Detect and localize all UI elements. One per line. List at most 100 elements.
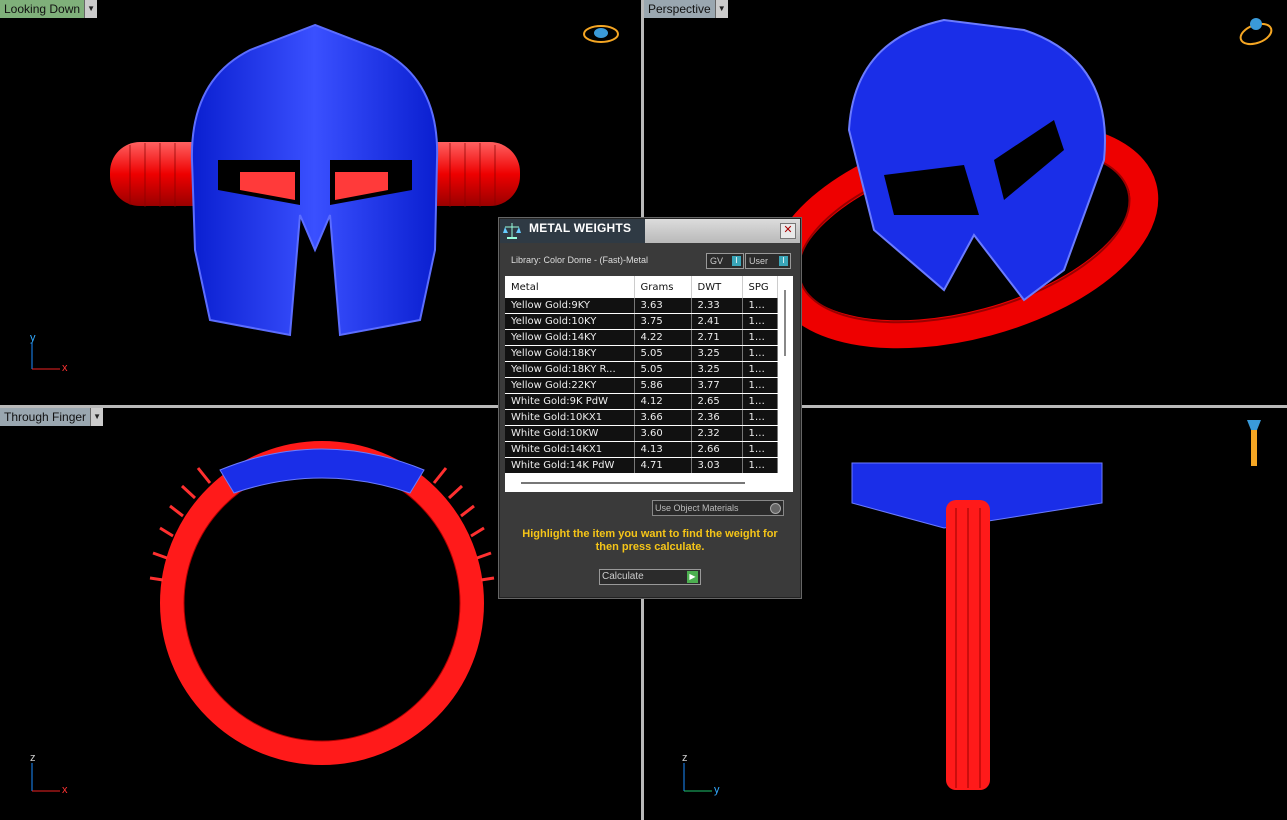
table-row[interactable]: White Gold:14K PdW 4.71 3.03 14.37 (505, 457, 778, 474)
close-button[interactable]: ✕ (780, 223, 796, 239)
table-cell: 2.36 (691, 409, 743, 426)
chevron-down-icon[interactable]: ▼ (90, 408, 104, 426)
table-cell: White Gold:9K PdW (505, 393, 635, 410)
viewport-label-perspective[interactable]: Perspective ▼ (644, 0, 728, 18)
table-cell: 4.12 (634, 393, 692, 410)
table-cell: 4.71 (634, 457, 692, 474)
table-cell: White Gold:14KX1 (505, 441, 635, 458)
table-cell: Yellow Gold:10KY (505, 313, 635, 330)
metal-weights-dialog: METAL WEIGHTS ✕ Library: Color Dome - (F… (499, 218, 801, 598)
table-cell: 3.25 (691, 361, 743, 378)
chevron-down-icon[interactable]: ▼ (84, 0, 98, 18)
horizontal-scrollbar[interactable] (521, 482, 745, 484)
gv-toggle[interactable]: GV I (706, 253, 744, 269)
table-cell: 4.13 (634, 441, 692, 458)
table-cell: Yellow Gold:14KY (505, 329, 635, 346)
column-header[interactable]: SPG (742, 276, 778, 298)
table-cell: White Gold:10KX1 (505, 409, 635, 426)
axis-gizmo: z x (28, 752, 73, 798)
table-cell: 2.66 (691, 441, 743, 458)
table-cell: 3.77 (691, 377, 743, 394)
table-cell: 11.43 (742, 313, 778, 330)
instruction-text: Highlight the item you want to find the … (522, 528, 778, 553)
metal-table[interactable]: Metal Grams DWT SPG Yellow Gold:9KY 3.63 2.33… (505, 276, 793, 492)
ring-orientation-icon[interactable] (1244, 418, 1264, 470)
vertical-scrollbar[interactable] (784, 290, 786, 356)
table-cell: 11.08 (742, 298, 778, 314)
axis-x-label: x (62, 784, 68, 796)
column-header[interactable]: DWT (691, 276, 743, 298)
toggle-indicator-icon: I (732, 256, 741, 266)
table-cell: 15.41 (742, 345, 778, 362)
ring-orientation-icon[interactable] (582, 22, 620, 46)
table-cell: 4.22 (634, 329, 692, 346)
axis-gizmo: z y (680, 752, 730, 798)
table-cell: 12.61 (742, 441, 778, 458)
table-cell: 11.18 (742, 409, 778, 426)
viewport-label-through-finger[interactable]: Through Finger ▼ (0, 408, 104, 426)
table-cell: White Gold:10KW (505, 425, 635, 442)
play-icon: ▶ (687, 571, 698, 583)
dialog-title: METAL WEIGHTS (529, 221, 632, 235)
ring-orientation-icon[interactable] (1236, 14, 1276, 46)
calculate-button[interactable]: Calculate ▶ (599, 569, 701, 585)
table-cell: 14.37 (742, 457, 778, 474)
table-cell: 3.66 (634, 409, 692, 426)
toggle-indicator-icon: I (779, 256, 788, 266)
table-cell: Yellow Gold:18KY (505, 345, 635, 362)
column-header[interactable]: Metal (505, 276, 635, 298)
table-cell: 2.32 (691, 425, 743, 442)
table-row[interactable]: White Gold:9K PdW 4.12 2.65 12.59 (505, 393, 778, 410)
table-cell: 15.41 (742, 361, 778, 378)
table-cell: 12.88 (742, 329, 778, 346)
table-cell: 2.41 (691, 313, 743, 330)
table-cell: 3.75 (634, 313, 692, 330)
viewport-title: Looking Down (0, 0, 85, 18)
user-toggle-label: User (749, 256, 769, 266)
table-cell: 5.86 (634, 377, 692, 394)
axis-x-label: x (62, 362, 68, 374)
chevron-down-icon[interactable]: ▼ (714, 0, 728, 18)
table-cell: 3.25 (691, 345, 743, 362)
table-cell: 3.60 (634, 425, 692, 442)
user-toggle[interactable]: User I (745, 253, 791, 269)
calculate-label: Calculate (602, 571, 644, 582)
viewport-title: Perspective (644, 0, 715, 18)
column-header[interactable]: Grams (634, 276, 692, 298)
table-row[interactable]: Yellow Gold:18KY R... 5.05 3.25 15.41 (505, 361, 778, 378)
use-object-materials-label: Use Object Materials (655, 503, 739, 513)
table-row[interactable]: Yellow Gold:9KY 3.63 2.33 11.08 (505, 298, 778, 314)
viewport-label-looking-down[interactable]: Looking Down ▼ (0, 0, 98, 18)
table-cell: Yellow Gold:18KY R... (505, 361, 635, 378)
table-cell: 5.05 (634, 361, 692, 378)
table-cell: White Gold:14K PdW (505, 457, 635, 474)
table-cell: 2.65 (691, 393, 743, 410)
table-cell: 3.03 (691, 457, 743, 474)
axis-z-label: z (682, 752, 688, 764)
table-row[interactable]: Yellow Gold:22KY 5.86 3.77 17.89 (505, 377, 778, 394)
radio-icon (770, 503, 781, 514)
use-object-materials-option[interactable]: Use Object Materials (652, 500, 784, 516)
axis-z-label: z (30, 752, 36, 764)
table-cell: Yellow Gold:9KY (505, 298, 635, 314)
gv-toggle-label: GV (710, 256, 724, 266)
table-cell: 3.63 (634, 298, 692, 314)
axis-gizmo: y x (28, 332, 73, 375)
table-cell: Yellow Gold:22KY (505, 377, 635, 394)
dialog-title-bar[interactable]: METAL WEIGHTS ✕ (500, 219, 800, 243)
table-row[interactable]: Yellow Gold:10KY 3.75 2.41 11.43 (505, 313, 778, 330)
library-label: Library: Color Dome - (Fast)-Metal (511, 255, 649, 265)
axis-y-label: y (714, 784, 720, 796)
table-cell: 12.59 (742, 393, 778, 410)
table-row[interactable]: Yellow Gold:14KY 4.22 2.71 12.88 (505, 329, 778, 346)
table-cell: 5.05 (634, 345, 692, 362)
table-row[interactable]: White Gold:10KW 3.60 2.32 10.99 (505, 425, 778, 442)
table-cell: 17.89 (742, 377, 778, 394)
axis-y-label: y (30, 332, 36, 344)
viewport-title: Through Finger (0, 408, 91, 426)
scale-icon (502, 221, 522, 241)
table-row[interactable]: White Gold:10KX1 3.66 2.36 11.18 (505, 409, 778, 426)
table-row[interactable]: White Gold:14KX1 4.13 2.66 12.61 (505, 441, 778, 458)
table-cell: 2.33 (691, 298, 743, 314)
table-row[interactable]: Yellow Gold:18KY 5.05 3.25 15.41 (505, 345, 778, 362)
